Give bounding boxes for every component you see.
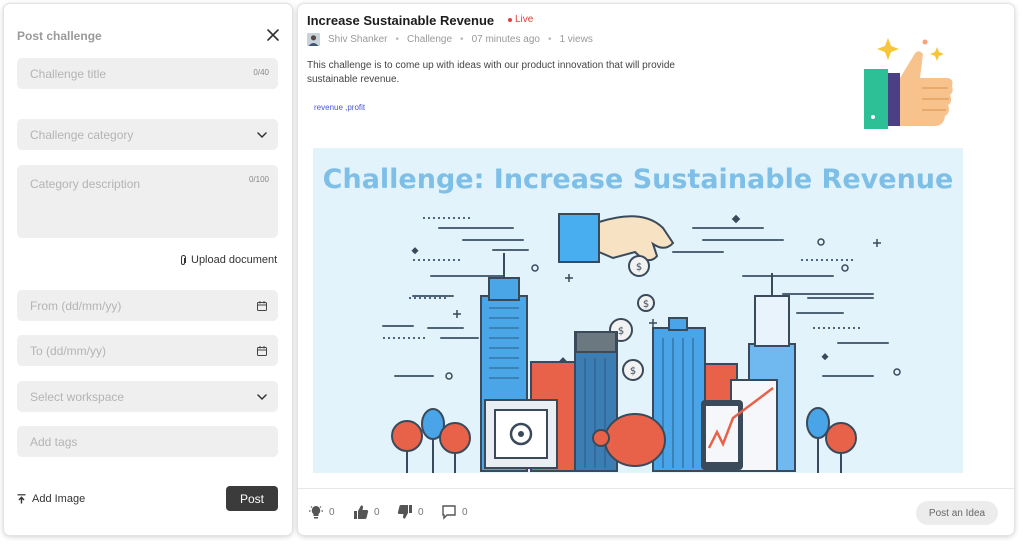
challenge-title-placeholder: Challenge title	[30, 66, 107, 81]
live-dot-icon	[508, 17, 512, 22]
from-date-placeholder: From (dd/mm/yy)	[30, 298, 122, 313]
svg-text:$: $	[643, 299, 649, 310]
post-idea-button[interactable]: Post an Idea	[916, 501, 998, 525]
category-description-placeholder: Category description	[30, 177, 141, 191]
post-challenge-panel: Post challenge Challenge title 0/40 Chal…	[4, 4, 292, 535]
post-time: 07 minutes ago	[471, 34, 540, 45]
from-date-input[interactable]: From (dd/mm/yy)	[17, 290, 278, 321]
add-image-label: Add Image	[32, 493, 86, 505]
paperclip-icon	[181, 254, 186, 265]
close-icon[interactable]	[264, 26, 282, 44]
author-name[interactable]: Shiv Shanker	[328, 34, 387, 45]
post-button[interactable]: Post	[226, 486, 278, 511]
tags-placeholder: Add tags	[30, 434, 78, 449]
challenge-tags[interactable]: revenue ,profit	[314, 103, 365, 112]
chevron-down-icon	[257, 131, 267, 138]
chevron-down-icon	[257, 393, 267, 400]
category-description-field[interactable]: Category description 0/100	[17, 165, 278, 238]
dislike-count: 0	[418, 506, 424, 518]
challenge-description: This challenge is to come up with ideas …	[307, 60, 675, 85]
upload-icon	[17, 494, 26, 504]
comment-reaction[interactable]: 0	[441, 504, 468, 520]
upload-document-label: Upload document	[191, 254, 278, 266]
thumbs-up-icon	[354, 505, 369, 519]
workspace-select[interactable]: Select workspace	[17, 381, 278, 412]
to-date-placeholder: To (dd/mm/yy)	[30, 343, 107, 358]
challenge-category-placeholder: Challenge category	[30, 127, 134, 142]
svg-text:$: $	[630, 366, 636, 377]
live-badge: Live	[508, 14, 533, 25]
idea-count: 0	[329, 506, 335, 518]
lightbulb-icon	[309, 506, 323, 519]
challenge-banner-image: $ $ $ $ Challenge: Increase Sustainable …	[313, 148, 963, 473]
dislike-reaction[interactable]: 0	[397, 504, 424, 520]
meta-separator: •	[460, 34, 464, 45]
challenge-title-input[interactable]: Challenge title 0/40	[17, 58, 278, 89]
challenge-category-select[interactable]: Challenge category	[17, 119, 278, 150]
banner-title: Challenge: Increase Sustainable Revenue	[322, 164, 954, 195]
category-description-counter: 0/100	[248, 175, 269, 184]
like-reaction[interactable]: 0	[353, 504, 380, 520]
thumbs-down-icon	[397, 505, 412, 519]
live-label: Live	[515, 14, 534, 25]
post-meta: Shiv Shanker • Challenge • 07 minutes ag…	[307, 33, 593, 46]
view-count: 1 views	[559, 34, 593, 45]
add-image-button[interactable]: Add Image	[17, 493, 85, 505]
to-date-input[interactable]: To (dd/mm/yy)	[17, 335, 278, 366]
like-count: 0	[374, 506, 380, 518]
challenge-card: Increase Sustainable Revenue Live Shiv S…	[298, 4, 1014, 535]
calendar-icon[interactable]	[256, 300, 268, 312]
thumbs-up-sparkle-icon	[864, 38, 953, 129]
calendar-icon[interactable]	[256, 345, 268, 357]
city-revenue-illustration: $ $ $ $	[382, 213, 901, 473]
avatar[interactable]	[307, 33, 320, 46]
upload-document-link[interactable]: Upload document	[179, 254, 277, 266]
idea-reaction[interactable]: 0	[308, 504, 335, 520]
workspace-placeholder: Select workspace	[30, 389, 125, 404]
panel-title: Post challenge	[17, 29, 102, 43]
svg-text:$: $	[618, 326, 624, 337]
comment-icon	[442, 505, 456, 520]
comment-count: 0	[462, 506, 468, 518]
tags-input[interactable]: Add tags	[17, 426, 278, 457]
post-type: Challenge	[407, 34, 453, 45]
card-divider	[298, 488, 1014, 489]
meta-separator: •	[395, 34, 399, 45]
challenge-title[interactable]: Increase Sustainable Revenue	[307, 13, 494, 28]
meta-separator: •	[547, 34, 552, 45]
svg-text:$: $	[636, 262, 642, 273]
challenge-title-counter: 0/40	[253, 68, 269, 77]
